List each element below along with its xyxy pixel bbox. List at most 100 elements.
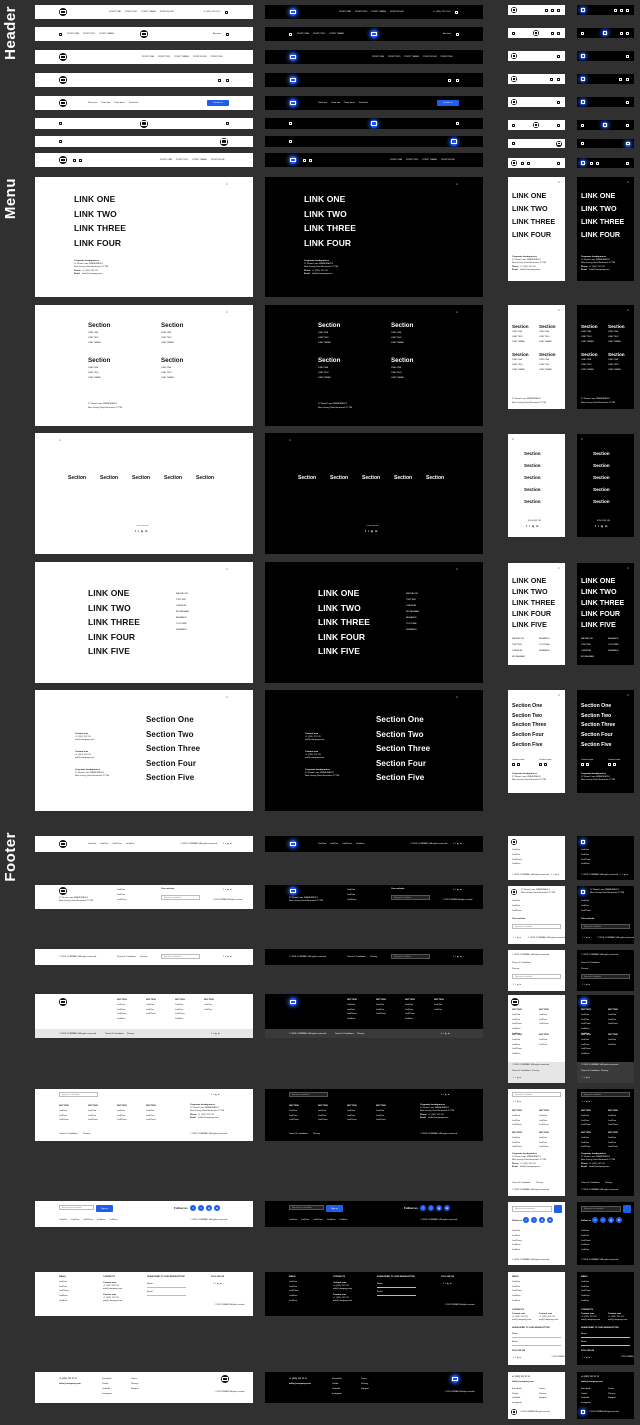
close-icon[interactable]: ×: [581, 437, 583, 441]
footer-link[interactable]: LinkTwo: [347, 1115, 357, 1118]
section-link[interactable]: LINK TWO: [581, 364, 592, 367]
social-link[interactable]: TWITTER: [512, 644, 522, 647]
menu-link[interactable]: LINK ONE: [512, 189, 555, 202]
section-link[interactable]: LINK ONE: [539, 331, 549, 334]
close-icon[interactable]: ×: [456, 567, 458, 571]
logo-icon[interactable]: [289, 887, 297, 895]
footer-link[interactable]: LinkFour: [581, 1295, 591, 1298]
facebook-icon[interactable]: f: [453, 888, 454, 890]
instagram-icon[interactable]: ig: [217, 1282, 219, 1284]
footer-link[interactable]: Support: [361, 1388, 369, 1391]
hamburger-icon[interactable]: [626, 54, 629, 58]
hamburger-icon[interactable]: [557, 54, 560, 58]
nav-item[interactable]: POINT ONE: [67, 33, 79, 36]
newsletter-select[interactable]: Sign up for newsletter: [59, 1092, 98, 1097]
footer-link[interactable]: LinkThree: [539, 1146, 549, 1149]
newsletter-select[interactable]: Sign up for newsletter: [289, 1092, 328, 1097]
section-link[interactable]: LINK TWO: [512, 364, 523, 367]
menu-section-link[interactable]: Section Two: [376, 728, 430, 743]
close-icon[interactable]: ×: [558, 180, 560, 184]
twitter-icon[interactable]: t: [225, 888, 226, 890]
footer-link[interactable]: LinkOne: [88, 1110, 98, 1113]
terms-link[interactable]: Terms & Conditions: [512, 1182, 531, 1185]
privacy-link[interactable]: Privacy: [357, 1033, 364, 1036]
section-link[interactable]: Section: [196, 475, 214, 481]
privacy-link[interactable]: Privacy: [140, 956, 147, 959]
phone-icon[interactable]: [608, 763, 611, 766]
footer-link[interactable]: LinkOne: [539, 1115, 549, 1118]
contact-email[interactable]: info@company.com: [539, 1319, 558, 1322]
facebook-icon[interactable]: f: [513, 1101, 514, 1103]
menu-link[interactable]: LINK TWO: [581, 202, 624, 215]
facebook-icon[interactable]: f: [513, 984, 514, 986]
contact-email[interactable]: info@company.com: [608, 1319, 627, 1322]
social-link[interactable]: YOUTUBE: [406, 623, 417, 626]
twitter-icon[interactable]: t: [515, 937, 516, 939]
linkedin-icon[interactable]: in: [589, 1077, 590, 1079]
nav-item[interactable]: Point three: [344, 102, 355, 105]
newsletter-select[interactable]: Sign up for newsletter: [581, 924, 630, 929]
nav-item[interactable]: POINT FOUR: [390, 11, 403, 14]
footer-link[interactable]: LinkTwo: [512, 1142, 522, 1145]
footer-link[interactable]: Facebook: [332, 1378, 342, 1381]
logo-icon[interactable]: [221, 1375, 229, 1383]
footer-link[interactable]: LinkOne: [347, 1110, 357, 1113]
newsletter-select[interactable]: Sign up for newsletter: [161, 954, 200, 959]
footer-link[interactable]: LinkTwo: [512, 1044, 522, 1047]
privacy-link[interactable]: Privacy: [536, 1182, 543, 1185]
menu-link[interactable]: LINK FOUR: [581, 608, 624, 619]
footer-link[interactable]: LinkOne: [581, 900, 591, 903]
phone-icon[interactable]: [521, 161, 524, 165]
logo-icon[interactable]: [511, 7, 517, 13]
menu-link[interactable]: LINK TWO: [581, 586, 624, 597]
footer-link[interactable]: LinkThree: [112, 843, 122, 846]
linkedin-icon[interactable]: in: [444, 1205, 450, 1211]
linkedin-icon[interactable]: in: [145, 530, 147, 533]
contact-email[interactable]: info@company.com: [512, 1319, 531, 1322]
menu-link[interactable]: LINK ONE: [581, 575, 624, 586]
footer-link[interactable]: Privacy: [131, 1383, 138, 1386]
cart-icon[interactable]: [456, 122, 459, 125]
privacy-link[interactable]: Privacy: [512, 968, 519, 971]
section-link[interactable]: Section: [298, 475, 316, 481]
name-input[interactable]: Name: [512, 1333, 518, 1336]
instagram-icon[interactable]: ig: [608, 1217, 614, 1223]
instagram-icon[interactable]: ig: [586, 937, 587, 939]
footer-link[interactable]: LinkThree: [581, 1023, 591, 1026]
footer-link[interactable]: LinkThree: [376, 1119, 386, 1122]
section-link[interactable]: LINK TWO: [608, 364, 619, 367]
footer-link[interactable]: LinkOne: [347, 889, 357, 892]
logo-icon[interactable]: [289, 76, 297, 84]
cart-icon[interactable]: [557, 123, 560, 127]
email-input[interactable]: Email: [581, 1341, 586, 1344]
footer-link[interactable]: LinkTwo: [512, 905, 522, 908]
footer-link[interactable]: LinkTwo: [88, 1115, 98, 1118]
footer-link[interactable]: LinkFour: [405, 1018, 415, 1021]
newsletter-select[interactable]: Sign up for newsletter: [512, 974, 561, 979]
nav-item[interactable]: POINT THREE: [99, 33, 114, 36]
footer-link[interactable]: Terms: [361, 1378, 367, 1381]
search-icon[interactable]: [456, 78, 459, 82]
close-icon[interactable]: ×: [558, 693, 560, 697]
instagram-icon[interactable]: ig: [371, 530, 373, 533]
footer-link[interactable]: LinkThree: [512, 1023, 522, 1026]
footer-link[interactable]: LinkTwo: [581, 1019, 591, 1022]
linkedin-icon[interactable]: in: [375, 530, 377, 533]
section-link[interactable]: LINK THREE: [608, 341, 621, 344]
footer-link[interactable]: LinkTwo: [608, 1142, 618, 1145]
footer-link[interactable]: LinkThree: [608, 1023, 618, 1026]
section-link[interactable]: Section: [593, 451, 610, 456]
section-link[interactable]: Section: [593, 463, 610, 468]
nav-item[interactable]: POINT THREE: [192, 159, 207, 162]
footer-link[interactable]: Twitter: [102, 1383, 108, 1386]
footer-link[interactable]: LinkedIn: [332, 1388, 340, 1391]
section-link[interactable]: LINK ONE: [512, 359, 522, 362]
section-link[interactable]: LINK THREE: [88, 342, 101, 345]
menu-link[interactable]: LINK THREE: [318, 615, 370, 630]
menu-link[interactable]: LINK ONE: [512, 575, 555, 586]
phone-icon[interactable]: [581, 763, 584, 766]
menu-link[interactable]: LINK FIVE: [512, 619, 555, 630]
footer-link[interactable]: LinkFive: [289, 1300, 299, 1303]
footer-link[interactable]: LinkFour: [581, 1028, 591, 1031]
twitter-icon[interactable]: t: [529, 525, 530, 528]
